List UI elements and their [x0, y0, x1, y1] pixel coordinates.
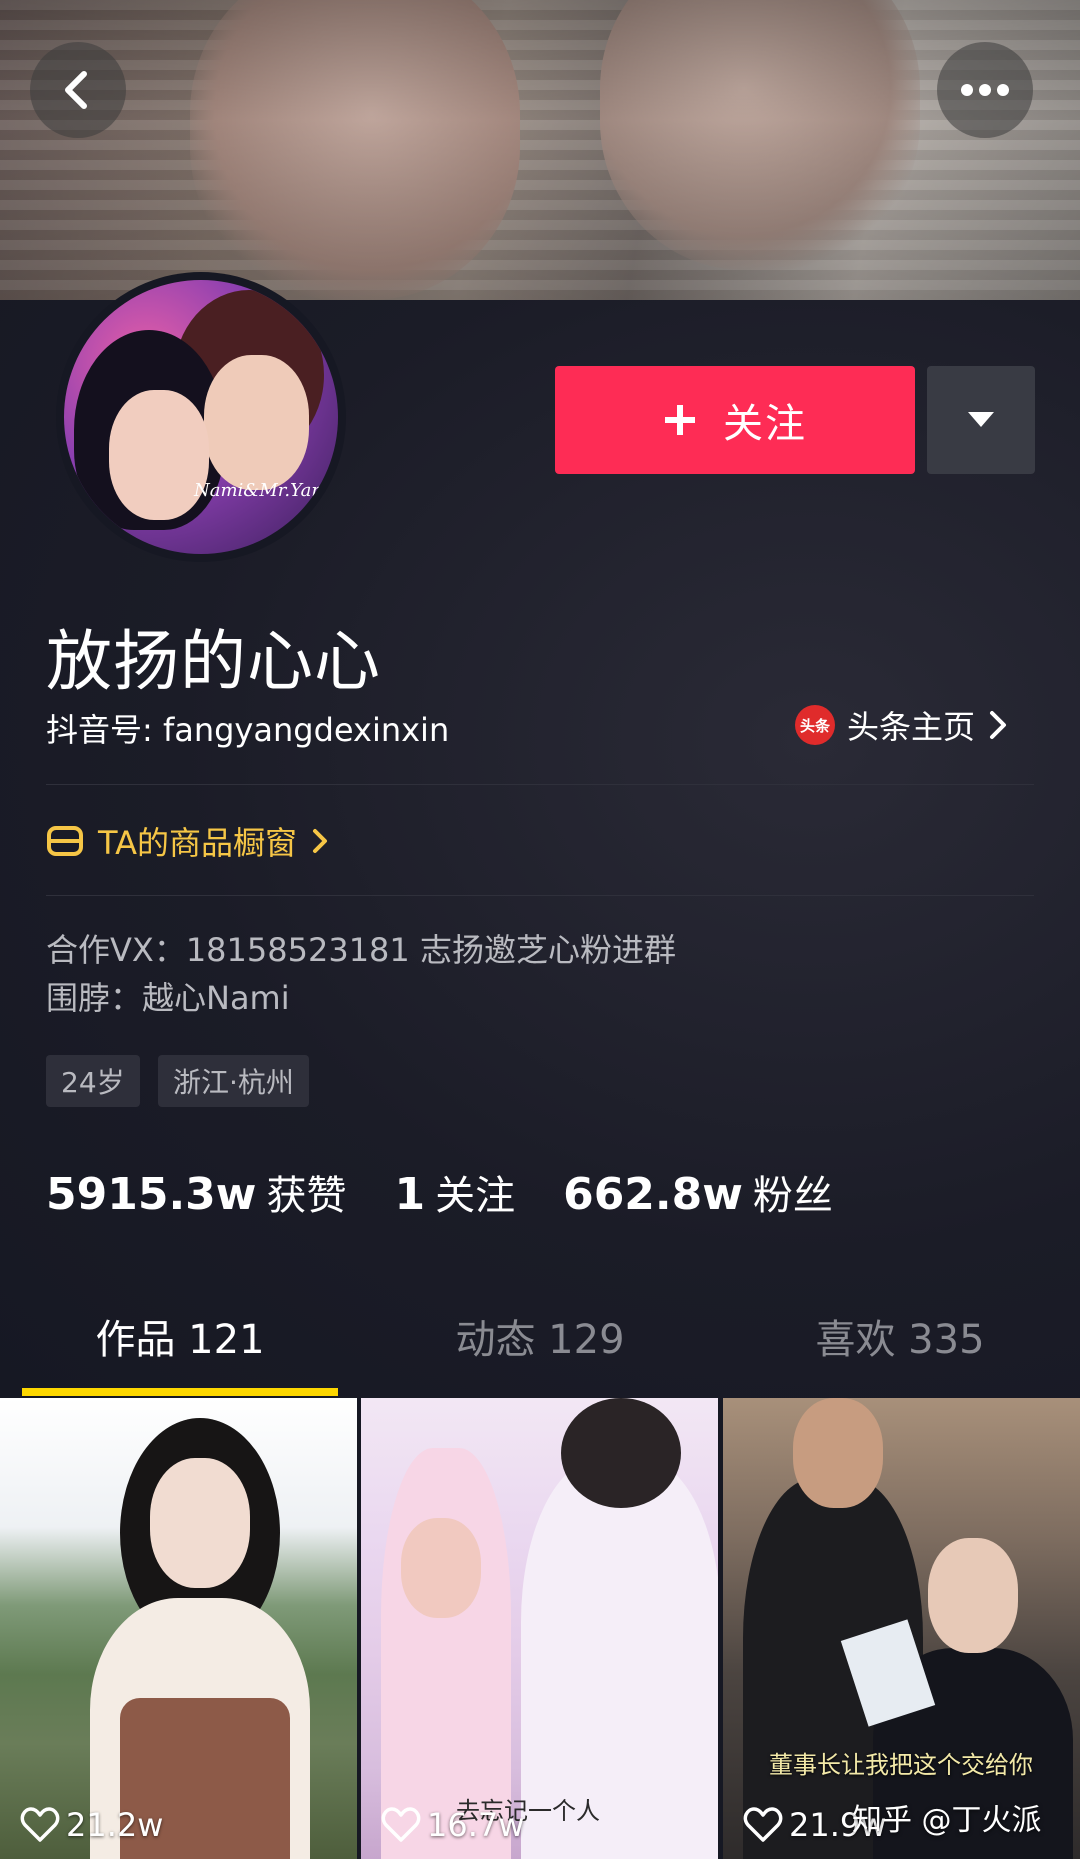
video-grid: 21.2w 去忘记一个人 16.7w 董事长让我把这个交给你 21.9w: [0, 1398, 1080, 1859]
followers-count[interactable]: 662.8w: [563, 1169, 743, 1220]
watermark: 知乎 @丁火派: [852, 1803, 1042, 1838]
tab-likes[interactable]: 喜欢 335: [720, 1300, 1080, 1380]
following-label[interactable]: 关注: [435, 1163, 515, 1221]
recommend-dropdown-button[interactable]: [927, 366, 1035, 474]
more-dots-icon: [961, 84, 1009, 96]
toutiao-label: 头条主页: [847, 708, 976, 746]
shop-window-link[interactable]: TA的商品橱窗: [46, 818, 329, 864]
heart-outline-icon: [20, 1807, 60, 1842]
avatar-signature: Nami&Mr.Yang: [194, 480, 335, 501]
heart-outline-icon: [743, 1807, 783, 1842]
video-thumbnail[interactable]: 去忘记一个人 16.7w: [361, 1398, 718, 1859]
video-caption: 董事长让我把这个交给你: [769, 1751, 1033, 1779]
tab-moments[interactable]: 动态 129: [360, 1300, 720, 1380]
video-likes-count: 16.7w: [427, 1806, 525, 1844]
douyin-id: 抖音号: fangyangdexinxin: [46, 711, 450, 749]
caret-down-icon: [968, 412, 994, 427]
back-button[interactable]: [30, 42, 126, 138]
video-thumbnail[interactable]: 董事长让我把这个交给你 21.9w: [723, 1398, 1080, 1859]
thumb-figure: [561, 1398, 681, 1508]
divider: [46, 895, 1034, 896]
tab-works[interactable]: 作品 121: [0, 1300, 360, 1380]
video-thumbnail[interactable]: 21.2w: [0, 1398, 357, 1859]
chevron-left-icon: [65, 71, 87, 109]
thumb-figure: [401, 1518, 481, 1618]
profile-stats: 5915.3w 获赞 1 关注 662.8w 粉丝: [46, 1163, 833, 1223]
bio-line: 合作VX：18158523181 志扬邀芝心粉进群: [46, 931, 676, 969]
plus-icon: [665, 405, 695, 435]
chevron-right-icon: [312, 829, 327, 853]
tab-indicator: [22, 1388, 338, 1396]
thumb-figure: [150, 1458, 250, 1588]
avatar-image: Nami&Mr.Yang: [64, 280, 338, 554]
toutiao-homepage-link[interactable]: 头条 头条主页: [795, 700, 1009, 750]
chevron-right-icon: [990, 711, 1007, 739]
likes-label: 获赞: [266, 1173, 347, 1219]
divider: [46, 784, 1034, 785]
cover-shade: [0, 0, 1080, 300]
profile-name: 放扬的心心: [46, 623, 381, 700]
heart-outline-icon: [381, 1807, 421, 1842]
video-likes-count: 21.2w: [66, 1806, 164, 1844]
video-likes: 21.2w: [20, 1806, 163, 1844]
follow-button[interactable]: 关注: [555, 366, 915, 474]
bio-line: 围脖：越心Nami: [46, 979, 290, 1017]
thumb-figure: [928, 1538, 1018, 1653]
avatar-face-right: [204, 355, 309, 490]
age-tag: 24岁: [46, 1055, 140, 1107]
shop-icon: [47, 826, 83, 856]
follow-label: 关注: [723, 401, 807, 447]
following-count[interactable]: 1: [394, 1169, 425, 1220]
toutiao-logo-icon: 头条: [795, 705, 835, 745]
followers-label[interactable]: 粉丝: [753, 1163, 833, 1221]
content-tabs: 作品 121 动态 129 喜欢 335: [0, 1300, 1080, 1400]
more-button[interactable]: [937, 42, 1033, 138]
shop-label: TA的商品橱窗: [98, 824, 297, 862]
avatar[interactable]: Nami&Mr.Yang: [56, 272, 346, 562]
thumb-figure: [793, 1398, 883, 1508]
location-tag: 浙江·杭州: [158, 1055, 309, 1107]
cover-image: [0, 0, 1080, 300]
video-likes: 16.7w: [381, 1806, 524, 1844]
likes-count: 5915.3w: [46, 1169, 257, 1220]
